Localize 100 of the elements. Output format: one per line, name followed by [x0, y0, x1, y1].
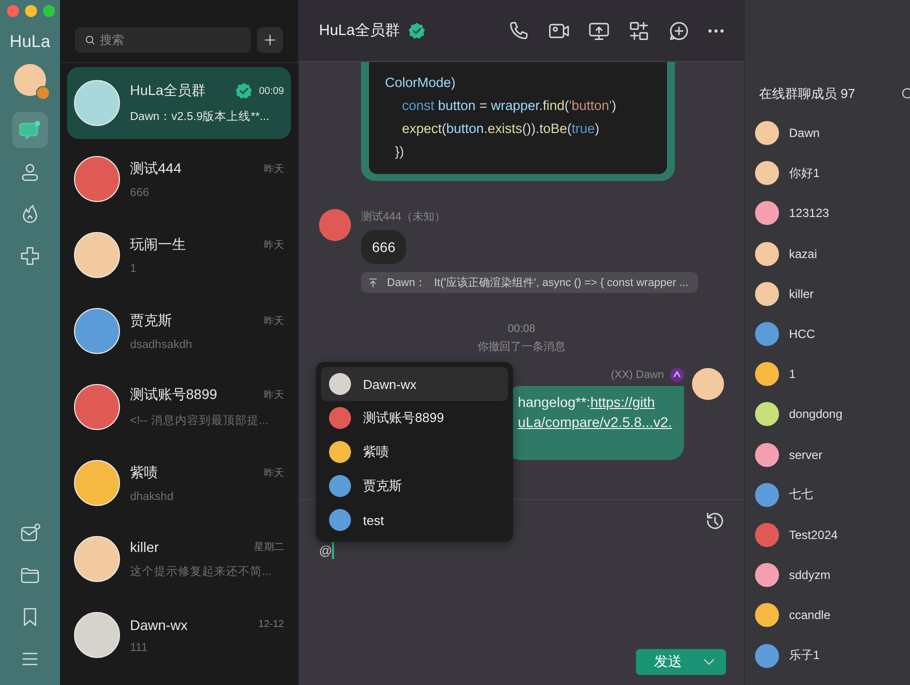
message-text: hangelog**: — [518, 394, 590, 410]
member-name: 乐子1 — [789, 647, 820, 664]
member-item[interactable]: sddyzm — [745, 555, 910, 596]
chat-name: 测试账号8899 — [130, 386, 218, 404]
member-name: ccandle — [789, 608, 830, 622]
chat-item[interactable]: 玩闹一生 昨天 1 — [67, 219, 291, 291]
chat-preview: dhakshd — [130, 490, 174, 502]
verified-badge-icon — [408, 22, 426, 40]
sender-name: 测试444（未知） — [361, 210, 446, 224]
member-name: server — [789, 448, 822, 462]
add-button[interactable] — [257, 27, 283, 53]
members-title: 在线群聊成员 97 — [759, 85, 856, 103]
member-name: 123123 — [789, 206, 830, 220]
chat-preview: Dawn：v2.5.9版本上线**... — [130, 110, 270, 124]
system-notice: 你撤回了一条消息 — [478, 341, 566, 353]
chat-time: 昨天 — [264, 238, 284, 252]
mail-icon — [19, 522, 41, 544]
chat-preview: 111 — [130, 642, 148, 654]
chat-bubble-icon — [19, 119, 41, 141]
member-name: 你好1 — [789, 164, 820, 182]
nav-button[interactable] — [12, 112, 48, 148]
reply-quote[interactable]: Dawn： It('应该正确渲染组件', async () => { const wrapper ... — [361, 272, 698, 293]
mention-item[interactable]: 紫啧 — [321, 435, 508, 469]
chat-time: 星期二 — [254, 540, 284, 554]
chat-name: 紫啧 — [130, 464, 159, 482]
chat-item[interactable]: killer 星期二 这个提示修复起来还不简... — [67, 523, 291, 595]
member-name: 1 — [789, 367, 796, 382]
member-item[interactable]: 七七 — [745, 474, 910, 515]
status-badge-icon — [36, 86, 50, 100]
minimize-button[interactable] — [25, 5, 37, 17]
mention-item[interactable]: Dawn-wx — [321, 367, 508, 401]
member-name: Test2024 — [789, 528, 838, 542]
member-name: Dawn — [789, 126, 820, 140]
arrow-up-icon — [367, 276, 379, 288]
chat-preview: dsadhsakdh — [130, 338, 194, 350]
chat-name: killer — [130, 539, 160, 555]
chat-time: 12-12 — [258, 619, 284, 630]
more-icon — [708, 28, 724, 32]
chat-item[interactable]: HuLa全员群 00:09 Dawn：v2.5.9版本上线**... — [67, 67, 291, 139]
member-item[interactable]: 乐子1 — [745, 635, 910, 676]
clock-icon — [704, 510, 726, 532]
member-name: kazai — [789, 246, 818, 261]
search-icon — [84, 34, 96, 46]
code-line: expect(button.exists()).toBe(true) — [401, 120, 600, 137]
plus-icon — [262, 32, 278, 48]
send-button[interactable]: 发送 — [636, 649, 726, 675]
member-name: HCC — [789, 327, 815, 342]
mention-item[interactable]: test — [321, 503, 508, 537]
chat-item[interactable]: Dawn-wx 12-12 111 — [67, 599, 291, 671]
message-time: 00:08 — [508, 323, 536, 335]
chat-preview: <!-- 消息内容到最顶部提... — [130, 413, 270, 428]
reply-author: Dawn： — [387, 276, 426, 290]
chat-item[interactable]: 测试账号8899 昨天 <!-- 消息内容到最顶部提... — [67, 371, 291, 443]
member-name: sddyzm — [789, 568, 830, 582]
member-item[interactable]: killer — [745, 274, 910, 314]
member-name: 七七 — [789, 486, 813, 504]
verified-badge-icon — [234, 82, 253, 100]
chat-item[interactable]: 贾克斯 昨天 dsadhsakdh — [67, 295, 291, 367]
chat-name: 测试444 — [130, 160, 182, 178]
person-icon — [19, 161, 41, 183]
chat-time: 昨天 — [264, 162, 284, 176]
chat-title: HuLa全员群 — [319, 21, 400, 40]
level-badge-icon — [670, 368, 684, 382]
cross-shape-icon — [19, 245, 41, 267]
member-item[interactable]: Dawn — [745, 113, 910, 154]
chat-item[interactable]: 测试444 昨天 666 — [67, 143, 291, 215]
chat-name: Dawn-wx — [130, 616, 189, 632]
new-chat-button[interactable] — [668, 20, 690, 42]
member-item[interactable]: server — [745, 434, 910, 475]
message-bubble: 666 — [361, 230, 406, 264]
mention-item[interactable]: 贾克斯 — [321, 469, 508, 503]
member-item[interactable]: 123123 — [745, 193, 910, 234]
member-item[interactable]: 你好1 — [745, 153, 910, 194]
member-item[interactable]: dongdong — [745, 394, 910, 434]
chat-name: 玩闹一生 — [130, 236, 187, 254]
layout-icon — [628, 20, 650, 42]
chat-preview: 666 — [130, 186, 150, 198]
member-name: killer — [789, 286, 814, 301]
chat-item[interactable]: 紫啧 昨天 dhakshd — [67, 447, 291, 519]
message-link[interactable]: https://gith — [590, 394, 655, 410]
member-item[interactable]: kazai — [745, 234, 910, 274]
message-input[interactable]: @ — [319, 542, 334, 559]
chat-plus-icon — [668, 20, 690, 42]
mention-item[interactable]: 测试账号8899 — [321, 401, 508, 435]
member-item[interactable]: 1 — [745, 354, 910, 394]
history-button[interactable] — [704, 510, 726, 532]
code-line: }) — [394, 143, 406, 160]
sender-name: (XX) Dawn — [610, 369, 664, 381]
search-field[interactable]: 搜索 — [75, 27, 251, 53]
layout-button[interactable] — [628, 20, 650, 42]
member-item[interactable]: Test2024 — [745, 514, 910, 556]
code-line: const button = wrapper.find('button') — [401, 97, 618, 114]
message-link[interactable]: uLa/compare/v2.5.8...v2. — [518, 414, 672, 430]
member-item[interactable]: ccandle — [745, 595, 910, 636]
chat-time: 00:09 — [258, 86, 284, 96]
chat-time: 昨天 — [264, 466, 284, 480]
chat-name: HuLa全员群 — [130, 82, 206, 100]
zoom-button[interactable] — [43, 5, 55, 17]
member-item[interactable]: HCC — [745, 314, 910, 354]
call-button[interactable] — [508, 20, 530, 42]
